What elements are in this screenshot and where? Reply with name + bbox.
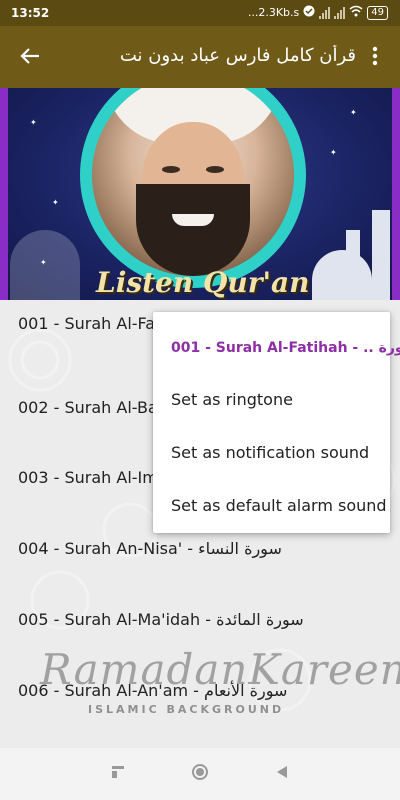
nav-back-button[interactable] xyxy=(270,762,294,786)
banner-border-left xyxy=(0,88,8,300)
more-vert-icon xyxy=(372,46,378,70)
list-item-label: 004 - Surah An-Nisa' - سورة النساء xyxy=(18,539,282,558)
recents-icon xyxy=(110,764,126,784)
context-menu-header: 001 - Surah Al-Fatihah - .. سورة xyxy=(171,340,400,356)
home-icon xyxy=(191,763,209,785)
star-icon: ✦ xyxy=(330,148,337,157)
menu-item-label: Set as default alarm sound xyxy=(171,496,387,515)
wifi-icon xyxy=(349,5,363,20)
mosque-dome xyxy=(312,250,372,300)
star-icon: ✦ xyxy=(350,108,357,117)
list-item[interactable]: 005 - Surah Al-Ma'idah - سورة المائدة xyxy=(0,596,400,670)
status-bar: 13:52 ...2.3Kb.s 49 xyxy=(0,0,400,26)
set-notification-menu-item[interactable]: Set as notification sound xyxy=(153,427,390,479)
menu-item-label: Set as ringtone xyxy=(171,390,293,409)
banner-caption: Listen Qur'an xyxy=(96,266,310,299)
back-icon xyxy=(274,764,290,784)
app-bar: قرأن كامل فارس عباد بدون نت xyxy=(0,26,400,88)
set-ringtone-menu-item[interactable]: Set as ringtone xyxy=(153,374,390,426)
star-icon: ✦ xyxy=(52,198,59,207)
recents-button[interactable] xyxy=(106,762,130,786)
signal-icon xyxy=(319,6,331,19)
status-icons: ...2.3Kb.s 49 xyxy=(248,5,388,20)
app-title: قرأن كامل فارس عباد بدون نت xyxy=(119,45,356,66)
context-menu: 001 - Surah Al-Fatihah - .. سورة Set as … xyxy=(153,312,400,533)
home-button[interactable] xyxy=(188,762,212,786)
banner-border-right xyxy=(392,88,400,300)
list-item[interactable]: 006 - Surah Al-An'am - سورة الأنعام xyxy=(0,667,400,741)
star-icon: ✦ xyxy=(30,118,37,127)
network-speed: ...2.3Kb.s xyxy=(247,6,300,19)
arrow-back-icon xyxy=(19,45,41,71)
minaret xyxy=(372,210,390,300)
status-time: 13:52 xyxy=(11,6,50,20)
back-button[interactable] xyxy=(12,40,48,76)
check-circle-icon xyxy=(303,5,315,20)
list-item-label: 006 - Surah Al-An'am - سورة الأنعام xyxy=(18,681,288,700)
mosque-silhouette xyxy=(10,230,80,300)
menu-item-label: Set as notification sound xyxy=(171,443,370,462)
set-alarm-menu-item[interactable]: Set as default alarm sound xyxy=(153,480,390,532)
minaret xyxy=(346,230,360,300)
navigation-bar xyxy=(0,748,400,800)
list-item-label: 005 - Surah Al-Ma'idah - سورة المائدة xyxy=(18,610,304,629)
overflow-menu-button[interactable] xyxy=(360,40,390,76)
list-item[interactable]: 004 - Surah An-Nisa' - سورة النساء xyxy=(0,525,400,599)
battery-icon: 49 xyxy=(367,5,388,20)
signal-icon xyxy=(334,6,346,19)
banner-image: ✦ ✦ ✦ ✦ ✦ Listen Qur'an xyxy=(0,88,400,300)
